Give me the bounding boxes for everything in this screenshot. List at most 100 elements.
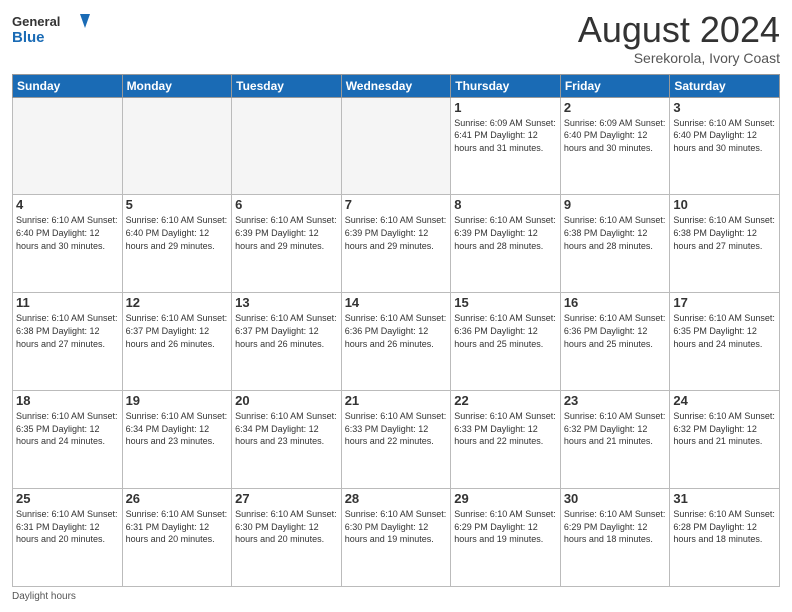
calendar-cell: 22Sunrise: 6:10 AM Sunset: 6:33 PM Dayli… <box>451 391 561 489</box>
logo-icon: General Blue <box>12 10 92 50</box>
day-number: 9 <box>564 197 667 212</box>
calendar-cell: 11 Sunrise: 6:10 AM Sunset: 6:38 PM Dayli… <box>13 293 123 391</box>
day-info: Sunrise: 6:10 AM Sunset: 6:31 PM Dayligh… <box>16 508 119 546</box>
calendar-week-row: 11 Sunrise: 6:10 AM Sunset: 6:38 PM Dayli… <box>13 293 780 391</box>
day-number: 11 <box>16 295 119 310</box>
day-number: 1 <box>454 100 557 115</box>
day-info: Sunrise: 6:10 AM Sunset: 6:35 PM Dayligh… <box>673 312 776 350</box>
calendar-week-row: 25 Sunrise: 6:10 AM Sunset: 6:31 PM Dayli… <box>13 489 780 587</box>
day-info: Sunrise: 6:10 AM Sunset: 6:37 PM Dayligh… <box>126 312 229 350</box>
day-number: 17 <box>673 295 776 310</box>
day-number: 16 <box>564 295 667 310</box>
day-info: Sunrise: 6:10 AM Sunset: 6:39 PM Dayligh… <box>235 214 338 252</box>
calendar-cell <box>232 97 342 195</box>
header-saturday: Saturday <box>670 74 780 97</box>
day-info: Sunrise: 6:10 AM Sunset: 6:38 PM Dayligh… <box>673 214 776 252</box>
calendar-cell: 15 Sunrise: 6:10 AM Sunset: 6:36 PM Dayli… <box>451 293 561 391</box>
day-info: Sunrise: 6:10 AM Sunset: 6:32 PM Dayligh… <box>564 410 667 448</box>
day-number: 6 <box>235 197 338 212</box>
calendar-cell: 2Sunrise: 6:09 AM Sunset: 6:40 PM Daylig… <box>560 97 670 195</box>
subtitle: Serekorola, Ivory Coast <box>578 50 780 66</box>
day-info: Sunrise: 6:10 AM Sunset: 6:30 PM Dayligh… <box>345 508 448 546</box>
svg-text:General: General <box>12 14 60 29</box>
calendar-cell: 27 Sunrise: 6:10 AM Sunset: 6:30 PM Dayli… <box>232 489 342 587</box>
day-number: 10 <box>673 197 776 212</box>
calendar-cell: 17 Sunrise: 6:10 AM Sunset: 6:35 PM Dayli… <box>670 293 780 391</box>
calendar-cell: 29 Sunrise: 6:10 AM Sunset: 6:29 PM Dayli… <box>451 489 561 587</box>
logo: General Blue <box>12 10 92 50</box>
calendar-cell: 28 Sunrise: 6:10 AM Sunset: 6:30 PM Dayli… <box>341 489 451 587</box>
calendar-cell: 7Sunrise: 6:10 AM Sunset: 6:39 PM Daylig… <box>341 195 451 293</box>
day-info: Sunrise: 6:10 AM Sunset: 6:30 PM Dayligh… <box>235 508 338 546</box>
calendar-cell: 24Sunrise: 6:10 AM Sunset: 6:32 PM Dayli… <box>670 391 780 489</box>
day-number: 7 <box>345 197 448 212</box>
day-info: Sunrise: 6:10 AM Sunset: 6:29 PM Dayligh… <box>454 508 557 546</box>
day-info: Sunrise: 6:10 AM Sunset: 6:39 PM Dayligh… <box>454 214 557 252</box>
calendar-cell: 9 Sunrise: 6:10 AM Sunset: 6:38 PM Daylig… <box>560 195 670 293</box>
day-number: 25 <box>16 491 119 506</box>
day-number: 28 <box>345 491 448 506</box>
calendar-header-row: Sunday Monday Tuesday Wednesday Thursday… <box>13 74 780 97</box>
calendar-cell: 8 Sunrise: 6:10 AM Sunset: 6:39 PM Daylig… <box>451 195 561 293</box>
calendar-cell: 21 Sunrise: 6:10 AM Sunset: 6:33 PM Dayli… <box>341 391 451 489</box>
main-title: August 2024 <box>578 10 780 50</box>
day-info: Sunrise: 6:10 AM Sunset: 6:38 PM Dayligh… <box>16 312 119 350</box>
calendar-cell: 14Sunrise: 6:10 AM Sunset: 6:36 PM Dayli… <box>341 293 451 391</box>
day-info: Sunrise: 6:10 AM Sunset: 6:35 PM Dayligh… <box>16 410 119 448</box>
header-friday: Friday <box>560 74 670 97</box>
day-info: Sunrise: 6:10 AM Sunset: 6:33 PM Dayligh… <box>345 410 448 448</box>
day-info: Sunrise: 6:10 AM Sunset: 6:33 PM Dayligh… <box>454 410 557 448</box>
header-wednesday: Wednesday <box>341 74 451 97</box>
day-info: Sunrise: 6:10 AM Sunset: 6:31 PM Dayligh… <box>126 508 229 546</box>
day-info: Sunrise: 6:10 AM Sunset: 6:34 PM Dayligh… <box>126 410 229 448</box>
header-tuesday: Tuesday <box>232 74 342 97</box>
day-number: 23 <box>564 393 667 408</box>
day-info: Sunrise: 6:10 AM Sunset: 6:34 PM Dayligh… <box>235 410 338 448</box>
title-block: August 2024 Serekorola, Ivory Coast <box>578 10 780 66</box>
day-number: 27 <box>235 491 338 506</box>
calendar-cell: 4 Sunrise: 6:10 AM Sunset: 6:40 PM Daylig… <box>13 195 123 293</box>
day-number: 8 <box>454 197 557 212</box>
day-number: 29 <box>454 491 557 506</box>
day-info: Sunrise: 6:10 AM Sunset: 6:40 PM Dayligh… <box>16 214 119 252</box>
calendar-table: Sunday Monday Tuesday Wednesday Thursday… <box>12 74 780 587</box>
day-number: 15 <box>454 295 557 310</box>
calendar-cell: 18Sunrise: 6:10 AM Sunset: 6:35 PM Dayli… <box>13 391 123 489</box>
day-info: Sunrise: 6:10 AM Sunset: 6:28 PM Dayligh… <box>673 508 776 546</box>
day-number: 14 <box>345 295 448 310</box>
day-number: 30 <box>564 491 667 506</box>
header-monday: Monday <box>122 74 232 97</box>
calendar-cell: 19Sunrise: 6:10 AM Sunset: 6:34 PM Dayli… <box>122 391 232 489</box>
header-thursday: Thursday <box>451 74 561 97</box>
page: General Blue August 2024 Serekorola, Ivo… <box>0 0 792 612</box>
day-info: Sunrise: 6:10 AM Sunset: 6:29 PM Dayligh… <box>564 508 667 546</box>
calendar-cell: 6 Sunrise: 6:10 AM Sunset: 6:39 PM Daylig… <box>232 195 342 293</box>
calendar-week-row: 1Sunrise: 6:09 AM Sunset: 6:41 PM Daylig… <box>13 97 780 195</box>
calendar-cell: 1Sunrise: 6:09 AM Sunset: 6:41 PM Daylig… <box>451 97 561 195</box>
day-info: Sunrise: 6:10 AM Sunset: 6:40 PM Dayligh… <box>126 214 229 252</box>
day-info: Sunrise: 6:10 AM Sunset: 6:38 PM Dayligh… <box>564 214 667 252</box>
calendar-cell: 12Sunrise: 6:10 AM Sunset: 6:37 PM Dayli… <box>122 293 232 391</box>
day-info: Sunrise: 6:10 AM Sunset: 6:36 PM Dayligh… <box>564 312 667 350</box>
day-number: 2 <box>564 100 667 115</box>
calendar-cell: 5Sunrise: 6:10 AM Sunset: 6:40 PM Daylig… <box>122 195 232 293</box>
day-info: Sunrise: 6:10 AM Sunset: 6:36 PM Dayligh… <box>454 312 557 350</box>
day-number: 3 <box>673 100 776 115</box>
calendar-cell: 3 Sunrise: 6:10 AM Sunset: 6:40 PM Daylig… <box>670 97 780 195</box>
calendar-cell: 26 Sunrise: 6:10 AM Sunset: 6:31 PM Dayli… <box>122 489 232 587</box>
day-number: 26 <box>126 491 229 506</box>
day-number: 21 <box>345 393 448 408</box>
calendar-week-row: 4 Sunrise: 6:10 AM Sunset: 6:40 PM Daylig… <box>13 195 780 293</box>
day-number: 24 <box>673 393 776 408</box>
svg-text:Blue: Blue <box>12 29 45 46</box>
day-number: 13 <box>235 295 338 310</box>
calendar-cell: 13 Sunrise: 6:10 AM Sunset: 6:37 PM Dayli… <box>232 293 342 391</box>
day-info: Sunrise: 6:10 AM Sunset: 6:37 PM Dayligh… <box>235 312 338 350</box>
day-number: 4 <box>16 197 119 212</box>
calendar-cell: 20Sunrise: 6:10 AM Sunset: 6:34 PM Dayli… <box>232 391 342 489</box>
footer-note: Daylight hours <box>12 591 780 602</box>
calendar-cell: 23 Sunrise: 6:10 AM Sunset: 6:32 PM Dayli… <box>560 391 670 489</box>
calendar-cell: 31Sunrise: 6:10 AM Sunset: 6:28 PM Dayli… <box>670 489 780 587</box>
day-info: Sunrise: 6:10 AM Sunset: 6:40 PM Dayligh… <box>673 117 776 155</box>
calendar-cell <box>122 97 232 195</box>
